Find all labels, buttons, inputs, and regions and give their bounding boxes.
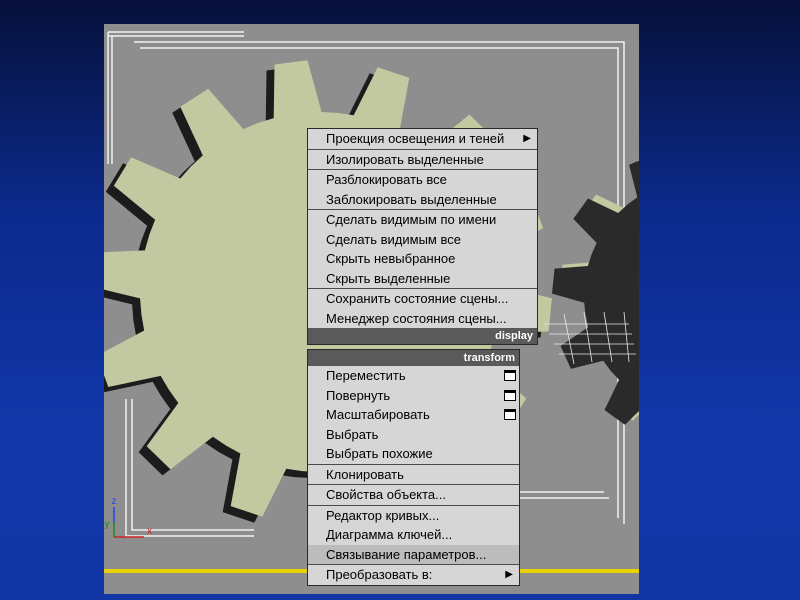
quad-label-display: display <box>308 328 537 344</box>
menu-item-unfreeze-all[interactable]: Разблокировать все <box>308 170 537 190</box>
menu-item-hide-selection[interactable]: Скрыть выделенные <box>308 269 537 289</box>
menu-item-label: Разблокировать все <box>326 172 447 187</box>
option-box-icon[interactable] <box>504 370 516 381</box>
menu-item-convert-to[interactable]: Преобразовать в: ▶ <box>308 565 519 585</box>
menu-item-light-shadow-projection[interactable]: Проекция освещения и теней ▶ <box>308 129 537 149</box>
gear-back <box>552 160 639 425</box>
menu-item-curve-editor[interactable]: Редактор кривых... <box>308 506 519 526</box>
menu-item-label: Редактор кривых... <box>326 507 440 523</box>
axis-y-label: y <box>105 519 110 530</box>
menu-item-isolate-selection[interactable]: Изолировать выделенные <box>308 150 537 170</box>
menu-item-label: Сделать видимым по имени <box>326 212 497 227</box>
menu-item-label: Сохранить состояние сцены... <box>326 291 509 306</box>
menu-item-label: Связывание параметров... <box>326 546 487 562</box>
menu-item-label: Свойства объекта... <box>326 487 447 502</box>
axis-x-label: x <box>147 526 152 537</box>
menu-item-object-properties[interactable]: Свойства объекта... <box>308 485 519 505</box>
menu-item-unhide-by-name[interactable]: Сделать видимым по имени <box>308 210 537 230</box>
menu-item-unhide-all[interactable]: Сделать видимым все <box>308 230 537 250</box>
axis-z-label: z <box>112 496 117 507</box>
submenu-arrow-icon: ▶ <box>523 133 531 144</box>
menu-item-label: Повернуть <box>326 387 391 403</box>
menu-item-scale[interactable]: Масштабировать <box>308 405 519 425</box>
menu-item-hide-unselected[interactable]: Скрыть невыбранное <box>308 249 537 269</box>
option-box-icon[interactable] <box>504 389 516 401</box>
quad-menu-transform: transform Переместить Повернуть Масштаби… <box>307 349 520 586</box>
menu-item-dope-sheet[interactable]: Диаграмма ключей... <box>308 525 519 545</box>
submenu-arrow-icon: ▶ <box>505 569 513 580</box>
menu-item-label: Скрыть невыбранное <box>326 251 456 266</box>
menu-item-label: Диаграмма ключей... <box>326 527 453 542</box>
menu-item-wire-parameters[interactable]: Связывание параметров... <box>308 544 519 564</box>
menu-item-manage-scene-states[interactable]: Менеджер состояния сцены... <box>308 309 537 329</box>
menu-item-select-similar[interactable]: Выбрать похожие <box>308 444 519 464</box>
menu-item-label: Переместить <box>326 368 406 383</box>
menu-item-freeze-selection[interactable]: Заблокировать выделенные <box>308 190 537 210</box>
menu-item-select[interactable]: Выбрать <box>308 425 519 445</box>
option-box-icon[interactable] <box>504 409 516 420</box>
menu-item-clone[interactable]: Клонировать <box>308 465 519 485</box>
menu-item-label: Клонировать <box>326 466 404 482</box>
menu-item-label: Выбрать <box>326 426 379 442</box>
quad-menu-display: Проекция освещения и теней ▶ Изолировать… <box>307 128 538 345</box>
menu-item-label: Менеджер состояния сцены... <box>326 310 507 326</box>
menu-item-label: Скрыть выделенные <box>326 270 451 286</box>
menu-item-rotate[interactable]: Повернуть <box>308 386 519 406</box>
quad-label-transform: transform <box>308 350 519 366</box>
axis-gizmo: z y x <box>105 496 152 538</box>
menu-item-save-scene-state[interactable]: Сохранить состояние сцены... <box>308 289 537 309</box>
menu-item-label: Выбрать похожие <box>326 446 433 461</box>
menu-item-label: Сделать видимым все <box>326 231 461 247</box>
menu-item-label: Заблокировать выделенные <box>326 191 497 207</box>
menu-item-label: Масштабировать <box>326 407 430 422</box>
menu-item-move[interactable]: Переместить <box>308 366 519 386</box>
menu-item-label: Проекция освещения и теней <box>326 131 505 146</box>
menu-item-label: Изолировать выделенные <box>326 151 484 167</box>
menu-item-label: Преобразовать в: <box>326 567 433 582</box>
